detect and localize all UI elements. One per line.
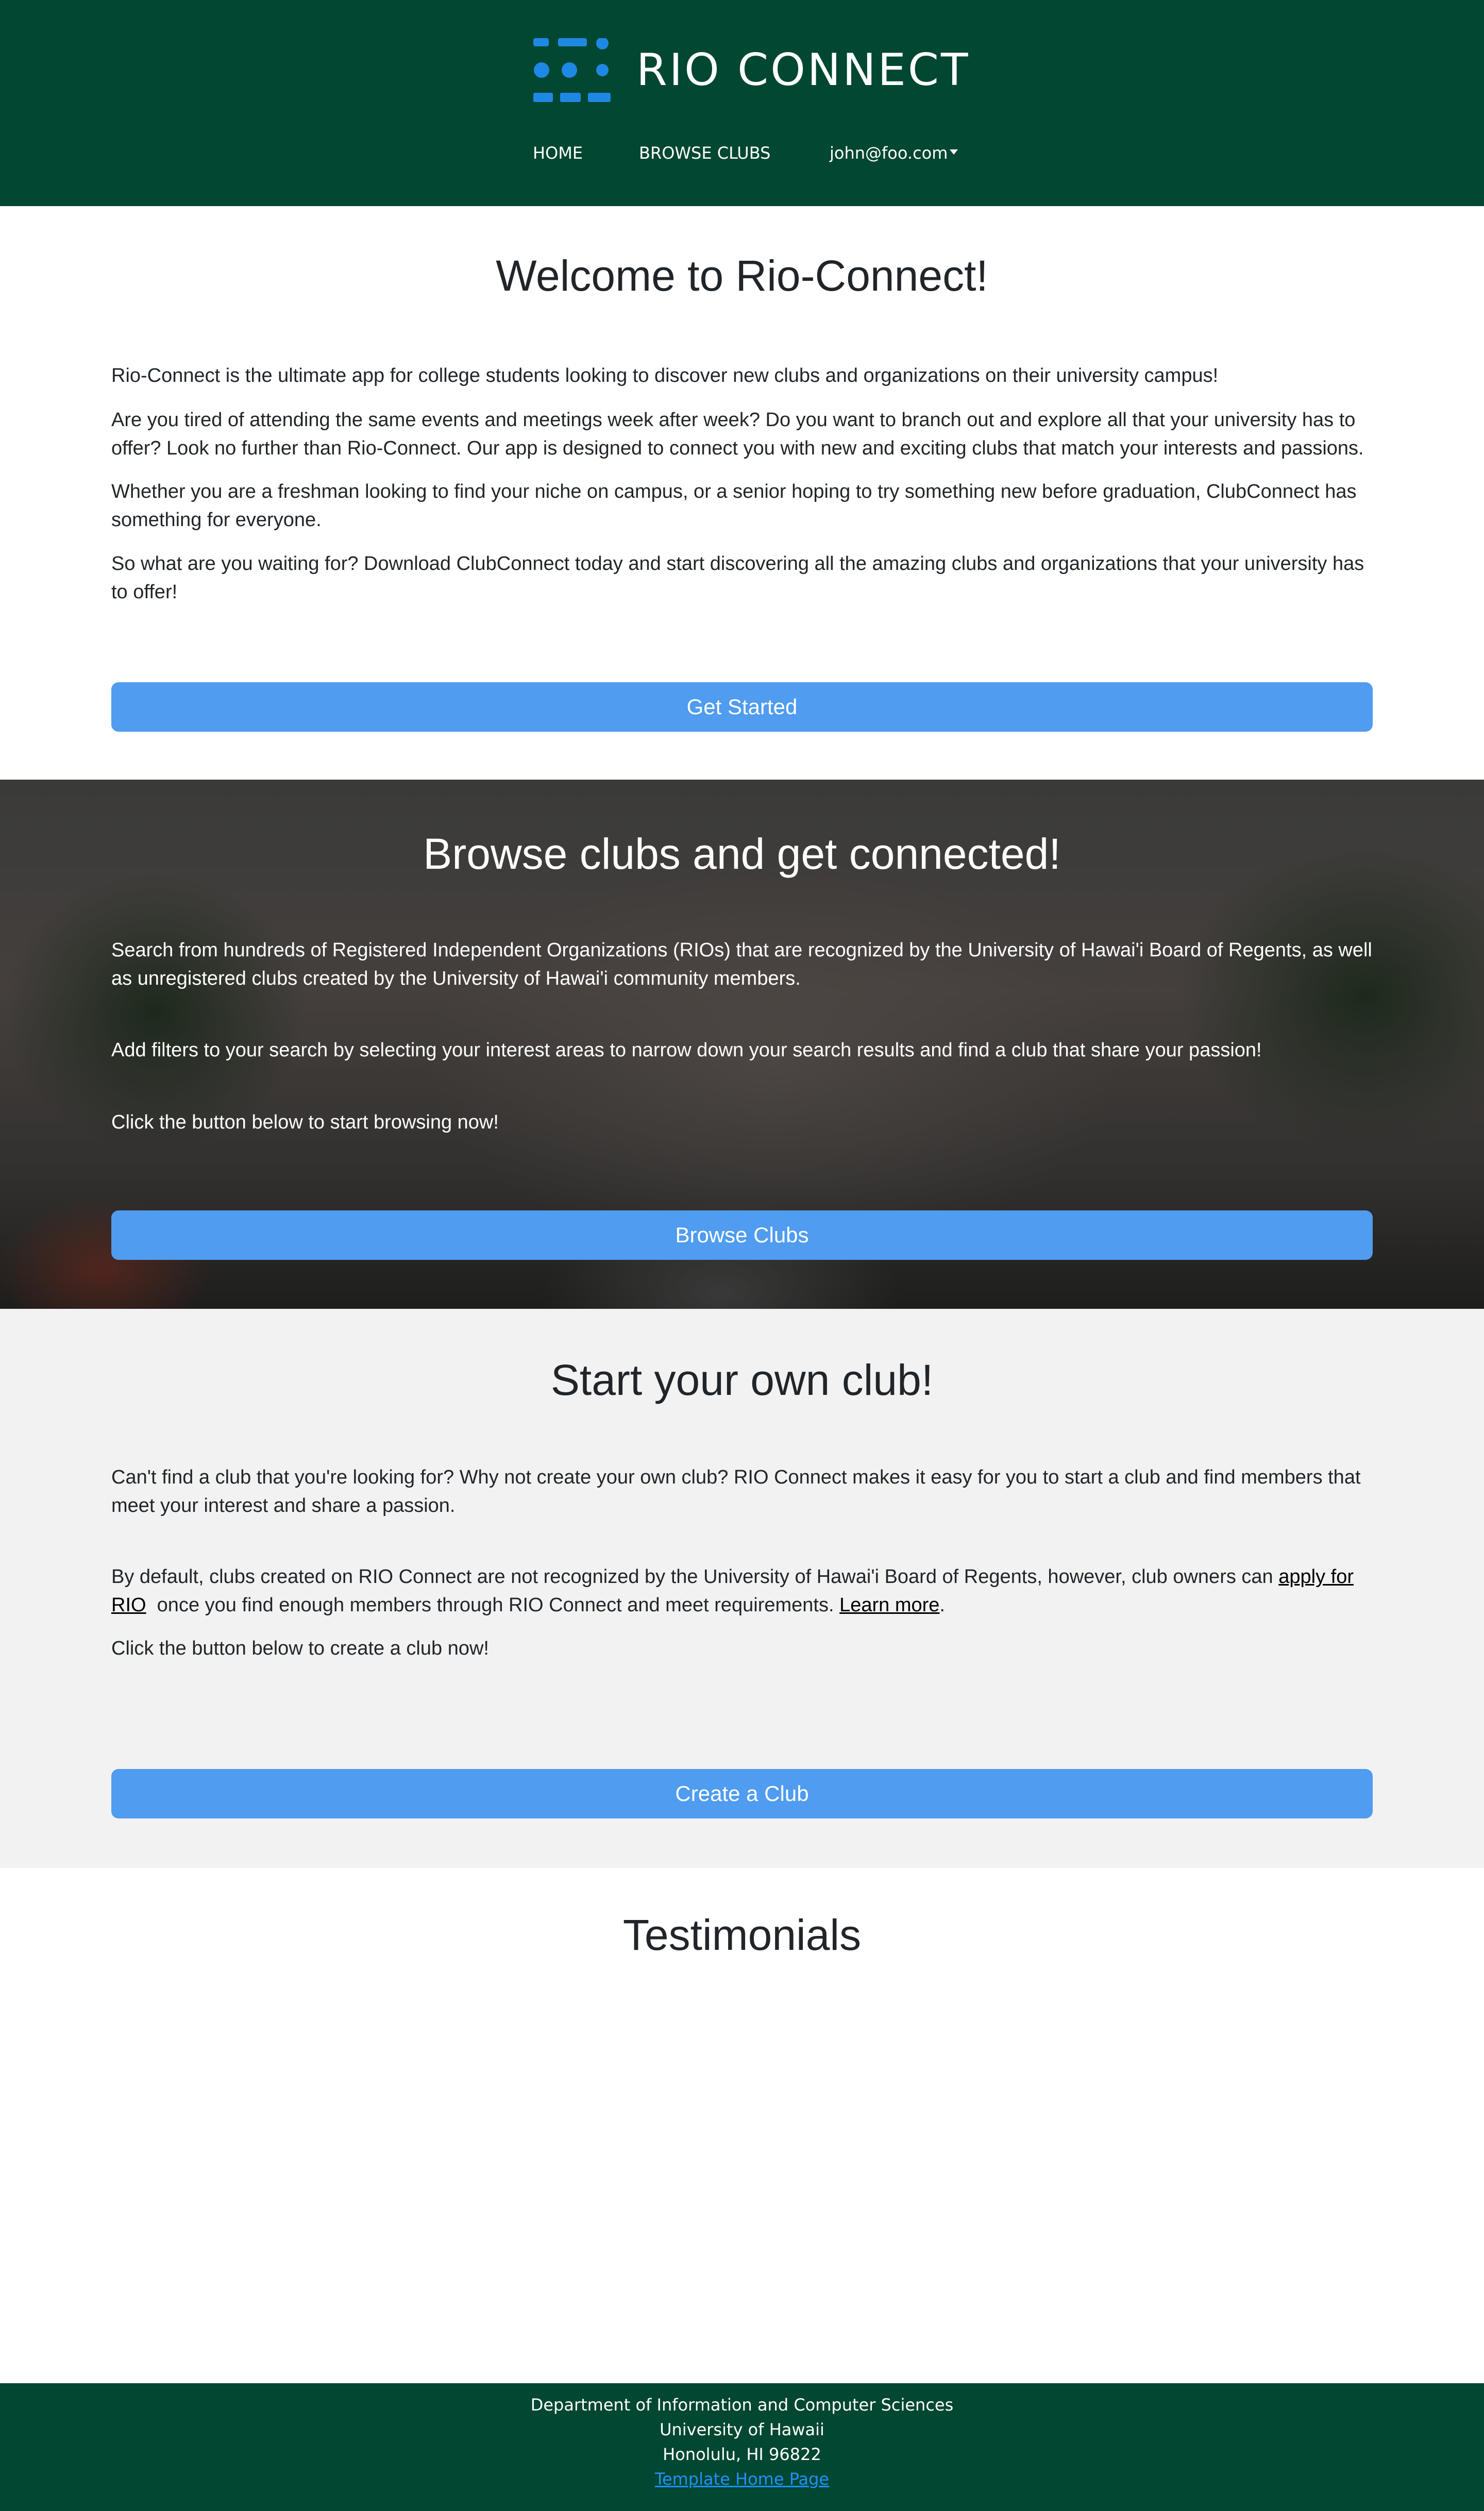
testimonials-section: Testimonials [0, 1868, 1484, 2383]
welcome-paragraph-4: So what are you waiting for? Download Cl… [111, 553, 1364, 603]
create-club-button[interactable]: Create a Club [111, 1769, 1373, 1818]
footer-department: Department of Information and Computer S… [530, 2395, 954, 2415]
brand[interactable]: RIO CONNECT [533, 38, 970, 102]
browse-title: Browse clubs and get connected! [423, 830, 1061, 878]
footer-address: Honolulu, HI 96822 [663, 2445, 821, 2464]
user-dropdown[interactable]: john@foo.com [830, 143, 958, 163]
testimonials-title: Testimonials [622, 1911, 862, 1959]
template-home-page-link[interactable]: Template Home Page [655, 2469, 829, 2489]
rio-connect-logo-icon [533, 38, 611, 102]
create-paragraph-2-middle: once you find enough members through RIO… [146, 1594, 840, 1616]
create-paragraph-2: By default, clubs created on RIO Connect… [111, 1563, 1374, 1620]
browse-section: Browse clubs and get connected! Search f… [0, 780, 1484, 1309]
nav-home-link[interactable]: HOME [533, 143, 583, 163]
create-paragraph-2-text: By default, clubs created on RIO Connect… [111, 1566, 1279, 1588]
browse-paragraph-2: Add filters to your search by selecting … [111, 1039, 1262, 1061]
welcome-section: Welcome to Rio-Connect! Rio-Connect is t… [0, 206, 1484, 780]
create-title: Start your own club! [550, 1356, 934, 1404]
get-started-button[interactable]: Get Started [111, 682, 1373, 732]
browse-paragraph-3: Click the button below to start browsing… [111, 1111, 499, 1133]
footer: Department of Information and Computer S… [0, 2383, 1484, 2511]
welcome-paragraph-2: Are you tired of attending the same even… [111, 409, 1364, 459]
create-paragraph-1: Can't find a club that you're looking fo… [111, 1467, 1361, 1516]
learn-more-link[interactable]: Learn more [839, 1594, 939, 1616]
navbar: RIO CONNECT HOME BROWSE CLUBS john@foo.c… [0, 0, 1484, 206]
browse-paragraph-1: Search from hundreds of Registered Indep… [111, 939, 1372, 989]
welcome-paragraph-3: Whether you are a freshman looking to fi… [111, 481, 1357, 531]
welcome-title: Welcome to Rio-Connect! [496, 251, 988, 300]
welcome-paragraph-1: Rio-Connect is the ultimate app for coll… [111, 365, 1219, 386]
browse-clubs-button[interactable]: Browse Clubs [111, 1210, 1373, 1260]
brand-title: RIO CONNECT [636, 44, 970, 96]
create-club-section: Start your own club! Can't find a club t… [0, 1309, 1484, 1868]
user-email: john@foo.com [830, 143, 948, 163]
create-paragraph-2-end: . [939, 1594, 945, 1616]
caret-down-icon [950, 149, 958, 155]
footer-university: University of Hawaii [660, 2420, 824, 2439]
create-paragraph-3: Click the button below to create a club … [111, 1638, 489, 1659]
nav-browse-clubs-link[interactable]: BROWSE CLUBS [639, 143, 770, 163]
footer-link-row: Template Home Page [0, 2467, 1484, 2491]
